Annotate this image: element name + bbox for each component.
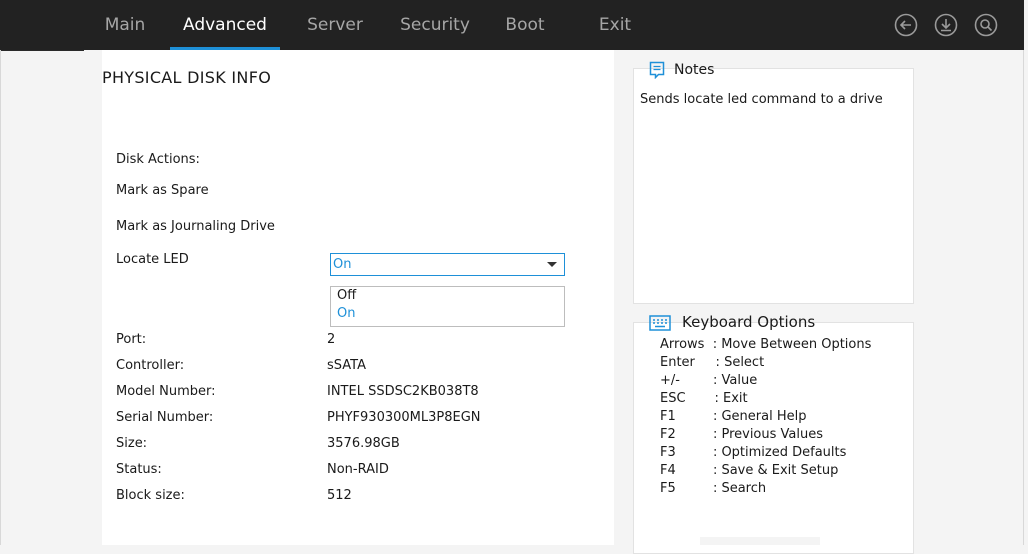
- disk-actions-label: Disk Actions:: [116, 152, 200, 167]
- serial-number-value: PHYF930300ML3P8EGN: [327, 410, 481, 425]
- tab-main[interactable]: Main: [90, 0, 160, 50]
- locate-led-select[interactable]: On: [330, 253, 565, 276]
- port-label: Port:: [116, 332, 147, 347]
- block-size-label: Block size:: [116, 488, 185, 503]
- option-on[interactable]: On: [337, 306, 355, 321]
- notes-icon: [649, 61, 665, 80]
- notes-title: Notes: [674, 62, 715, 78]
- keyboard-option-line: F5 : Search: [660, 481, 767, 496]
- keyboard-option-line: F1 : General Help: [660, 409, 807, 424]
- tab-exit[interactable]: Exit: [585, 0, 645, 50]
- page-title: PHYSICAL DISK INFO: [102, 68, 272, 87]
- divider: [0, 50, 84, 51]
- tab-advanced[interactable]: Advanced: [170, 0, 280, 50]
- keyboard-option-line: F2 : Previous Values: [660, 427, 823, 442]
- model-number-label: Model Number:: [116, 384, 216, 399]
- controller-value: sSATA: [327, 358, 366, 373]
- size-label: Size:: [116, 436, 148, 451]
- search-icon[interactable]: [974, 13, 998, 37]
- keyboard-option-line: F3 : Optimized Defaults: [660, 445, 847, 460]
- keyboard-options-title: Keyboard Options: [682, 313, 816, 331]
- locate-led-dropdown: Off On: [330, 286, 565, 327]
- tab-security[interactable]: Security: [390, 0, 480, 50]
- mark-as-journaling-item[interactable]: Mark as Journaling Drive: [116, 219, 275, 234]
- notes-text: Sends locate led command to a drive: [640, 92, 883, 107]
- right-edge-divider: [1023, 50, 1024, 545]
- size-value: 3576.98GB: [327, 436, 400, 451]
- chevron-down-icon: [547, 262, 557, 267]
- locate-led-selected-value: On: [333, 257, 352, 272]
- status-value: Non-RAID: [327, 462, 389, 477]
- panel-footer-stub: [700, 537, 820, 545]
- controller-label: Controller:: [116, 358, 185, 373]
- locate-led-label: Locate LED: [116, 252, 189, 267]
- back-icon[interactable]: [894, 13, 918, 37]
- left-edge-divider: [0, 50, 1, 545]
- download-icon[interactable]: [934, 13, 958, 37]
- keyboard-option-line: Arrows : Move Between Options: [660, 337, 872, 352]
- tab-server[interactable]: Server: [295, 0, 375, 50]
- mark-as-spare-item[interactable]: Mark as Spare: [116, 183, 209, 198]
- status-label: Status:: [116, 462, 162, 477]
- option-off[interactable]: Off: [337, 288, 356, 303]
- keyboard-icon: [649, 314, 671, 332]
- keyboard-option-line: F4 : Save & Exit Setup: [660, 463, 839, 478]
- left-strip: [0, 50, 84, 545]
- port-value: 2: [327, 332, 336, 347]
- tab-boot[interactable]: Boot: [495, 0, 555, 50]
- model-number-value: INTEL SSDSC2KB038T8: [327, 384, 479, 399]
- keyboard-option-line: Enter : Select: [660, 355, 765, 370]
- serial-number-label: Serial Number:: [116, 410, 214, 425]
- block-size-value: 512: [327, 488, 352, 503]
- top-nav-bar: Main Advanced Server Security Boot Exit: [0, 0, 1024, 50]
- keyboard-option-line: +/- : Value: [660, 373, 758, 388]
- keyboard-option-line: ESC : Exit: [660, 391, 748, 406]
